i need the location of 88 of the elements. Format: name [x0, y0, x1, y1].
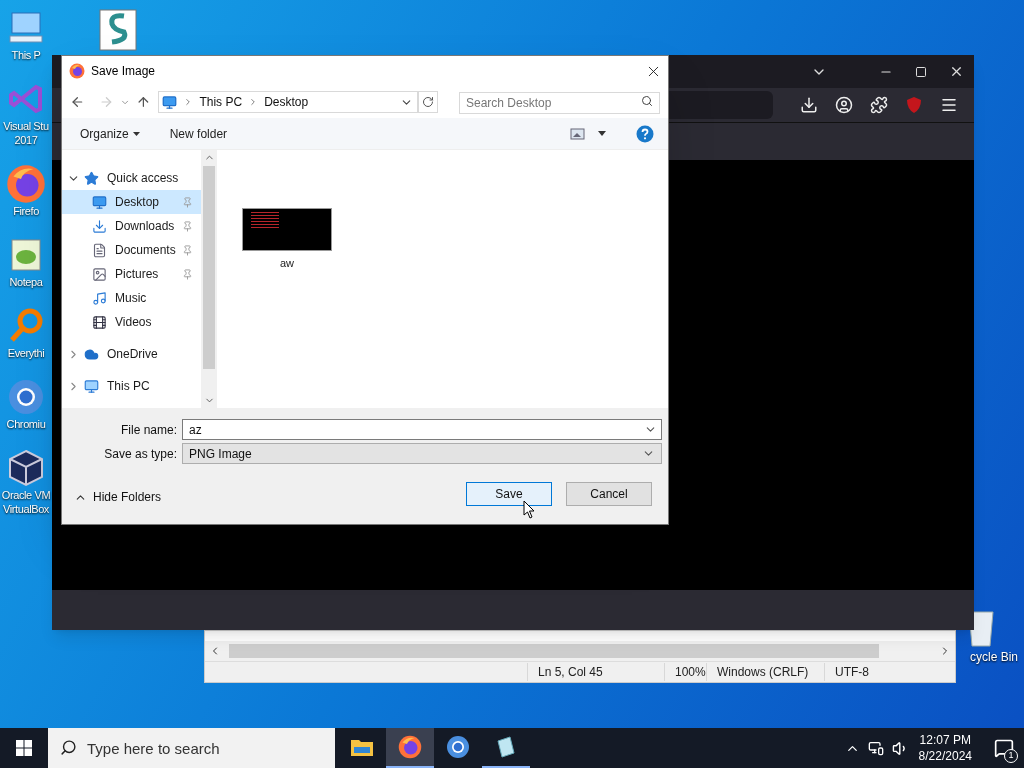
- puzzle-icon[interactable]: [870, 96, 888, 114]
- status-text: 100%: [664, 663, 706, 681]
- nav-label: Pictures: [115, 266, 160, 283]
- hide-folders-button[interactable]: Hide Folders: [74, 488, 162, 506]
- status-text: Ln 5, Col 45: [527, 663, 664, 681]
- close-icon[interactable]: [949, 64, 964, 79]
- notification-button[interactable]: 1: [984, 728, 1024, 768]
- pin-icon: [182, 196, 193, 208]
- music-note-icon: [92, 290, 107, 306]
- file-type-dropdown[interactable]: PNG Image: [182, 443, 662, 464]
- refresh-button[interactable]: [417, 91, 438, 113]
- firefox-logo-icon: [69, 63, 85, 79]
- cloud-icon: [84, 346, 99, 362]
- network-icon[interactable]: [867, 740, 884, 756]
- dialog-button[interactable]: Save: [466, 482, 552, 506]
- speech-bubble-icon: [994, 738, 1014, 758]
- mouse-pointer-icon: [523, 500, 535, 519]
- nav-item[interactable]: Desktop: [62, 190, 201, 214]
- nav-label: Music: [115, 290, 148, 307]
- scrollbar-thumb[interactable]: [229, 644, 879, 658]
- pin-icon: [182, 220, 193, 232]
- notepad-icon: [494, 735, 518, 759]
- monitor-icon: [92, 194, 107, 210]
- view-options-icon[interactable]: [570, 127, 586, 140]
- account-icon[interactable]: [835, 96, 853, 114]
- cube-icon: [6, 448, 46, 488]
- status-text: UTF-8: [824, 663, 884, 681]
- picture-icon: [92, 266, 107, 282]
- windows-logo-icon: [16, 740, 32, 756]
- breadcrumb-item[interactable]: Desktop: [264, 93, 309, 111]
- nav-item[interactable]: Documents: [62, 238, 201, 262]
- nav-label: Quick access: [107, 170, 180, 187]
- film-icon: [92, 314, 107, 330]
- dialog-button[interactable]: Cancel: [566, 482, 652, 506]
- address-bar[interactable]: This PC Desktop: [158, 91, 418, 113]
- dialog-title: Save Image: [91, 63, 157, 80]
- nav-label: Desktop: [115, 194, 161, 211]
- file-name-label: File name:: [119, 421, 178, 439]
- pin-icon: [182, 244, 193, 256]
- desktop-icon-label[interactable]: cycle Bin: [969, 648, 1018, 666]
- nav-label: Downloads: [115, 218, 176, 235]
- folder-icon: [350, 737, 374, 757]
- firefox-logo-icon: [6, 164, 46, 204]
- nav-label: Documents: [115, 242, 177, 259]
- monitor-icon: [84, 378, 99, 394]
- nav-item[interactable]: Videos: [62, 310, 201, 334]
- search-icon: [60, 739, 77, 756]
- search-icon: [641, 95, 653, 107]
- caret-icon: [132, 131, 140, 136]
- notification-count: 1: [1004, 749, 1018, 763]
- nav-item[interactable]: Downloads: [62, 214, 201, 238]
- chromium-logo-icon: [446, 735, 470, 759]
- nav-item[interactable]: Quick access: [62, 166, 201, 190]
- clock[interactable]: 12:07 PM 8/22/2024: [918, 732, 972, 764]
- search-field[interactable]: Search Desktop: [459, 92, 660, 114]
- help-icon[interactable]: [636, 124, 654, 143]
- script-file-icon: [98, 8, 138, 52]
- pin-icon: [182, 268, 193, 280]
- monitor-icon: [162, 94, 178, 110]
- file-name: aw: [279, 256, 295, 271]
- caret-icon[interactable]: [598, 131, 606, 136]
- star-icon: [84, 170, 99, 186]
- nav-item[interactable]: OneDrive: [62, 342, 201, 366]
- refresh-icon[interactable]: [421, 96, 434, 108]
- firefox-logo-icon: [398, 735, 422, 759]
- nav-label: This PC: [107, 378, 151, 395]
- nav-label: Videos: [115, 314, 153, 331]
- nav-item[interactable]: This PC: [62, 374, 201, 398]
- new-folder-button[interactable]: New folder: [169, 124, 228, 143]
- file-item[interactable]: aw: [241, 208, 333, 408]
- menu-icon[interactable]: [940, 96, 958, 114]
- horizontal-scrollbar[interactable]: [205, 641, 955, 661]
- nav-item[interactable]: Pictures: [62, 262, 201, 286]
- status-text: Windows (CRLF): [706, 663, 824, 681]
- type-label: Save as type:: [103, 445, 178, 463]
- vertical-scrollbar[interactable]: [201, 150, 217, 408]
- nav-label: OneDrive: [107, 346, 159, 363]
- organize-button[interactable]: Organize: [80, 124, 140, 143]
- taskbar-search-field[interactable]: Type here to search: [48, 728, 335, 768]
- chromium-logo-icon: [6, 377, 46, 417]
- maximize-icon[interactable]: [915, 65, 927, 78]
- document-icon: [92, 242, 107, 258]
- scrollbar-thumb[interactable]: [203, 166, 215, 369]
- download-icon: [92, 218, 107, 234]
- download-icon[interactable]: [800, 96, 818, 114]
- nav-item[interactable]: Music: [62, 286, 201, 310]
- file-name-field[interactable]: az: [182, 419, 662, 440]
- breadcrumb-item[interactable]: This PC: [199, 93, 243, 111]
